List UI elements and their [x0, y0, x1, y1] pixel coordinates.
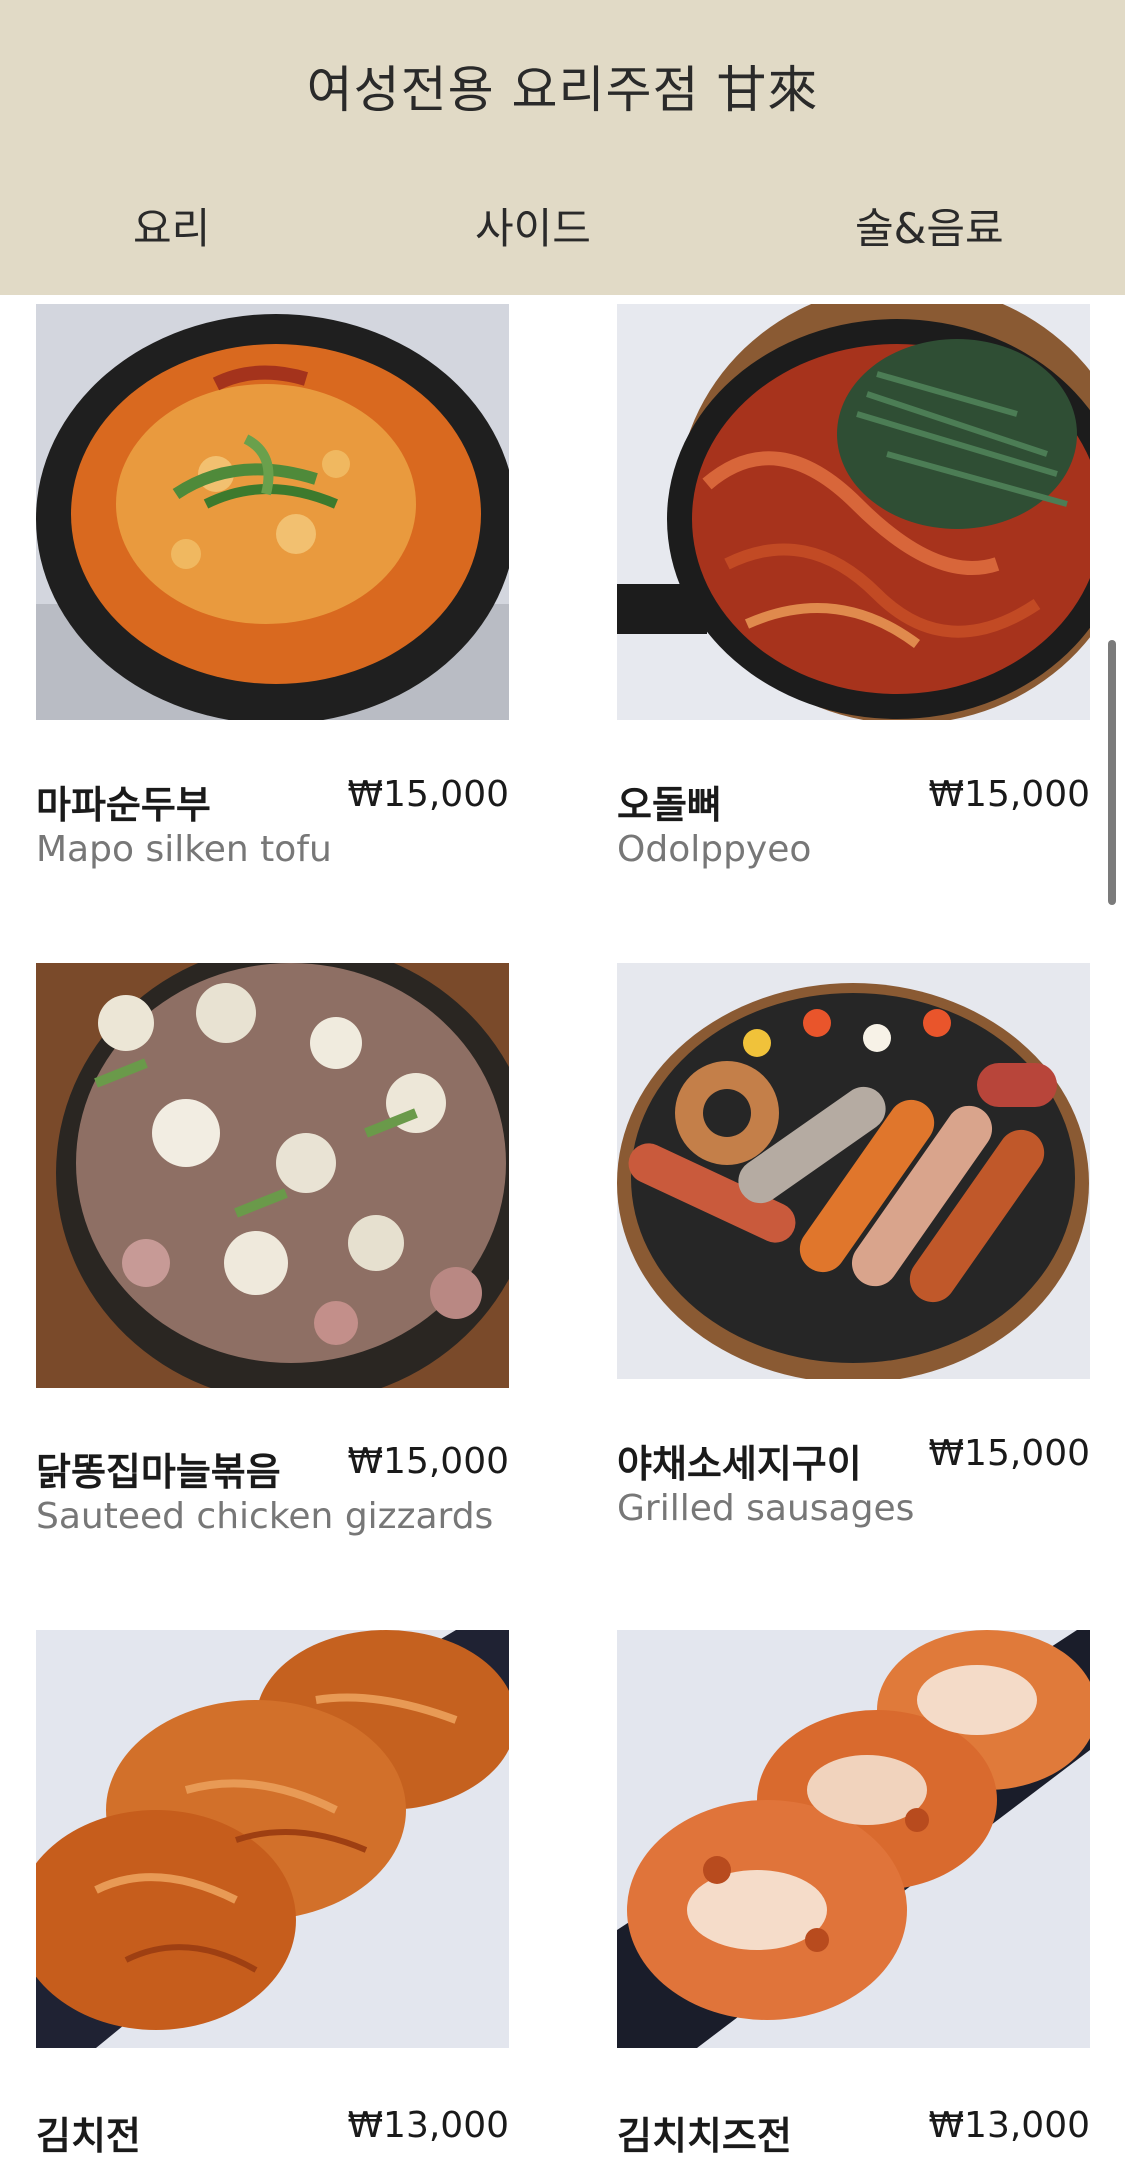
tab-dishes[interactable]: 요리	[133, 195, 210, 256]
menu-item-card[interactable]: 야채소세지구이 ₩15,000 Grilled sausages	[617, 963, 1090, 1543]
menu-item-price: ₩15,000	[347, 774, 509, 815]
tofu-stew-photo	[36, 304, 509, 720]
menu-item-price: ₩15,000	[928, 774, 1090, 815]
menu-item-name: 김치치즈전	[617, 2114, 792, 2158]
app-header: 여성전용 요리주점 甘來 요리 사이드 술&음료	[0, 0, 1125, 295]
tab-drinks[interactable]: 술&음료	[855, 195, 1004, 256]
menu-item-price: ₩15,000	[347, 1441, 509, 1482]
sausages-photo	[617, 963, 1090, 1379]
menu-item-price: ₩15,000	[928, 1433, 1090, 1474]
scrollbar[interactable]	[1108, 640, 1116, 905]
menu-item-card[interactable]: 오돌뼈 ₩15,000 Odolppyeo	[617, 304, 1090, 884]
menu-item-description: Odolppyeo	[617, 829, 812, 870]
menu-item-name: 야채소세지구이	[617, 1442, 862, 1486]
menu-item-price: ₩13,000	[928, 2105, 1090, 2146]
menu-item-name: 김치전	[36, 2114, 141, 2158]
menu-item-price: ₩13,000	[347, 2105, 509, 2146]
menu-item-name: 오돌뼈	[617, 783, 722, 827]
menu-item-card[interactable]: 김치치즈전 ₩13,000	[617, 1630, 1090, 2158]
menu-item-description: Grilled sausages	[617, 1488, 915, 1529]
menu-item-description: Mapo silken tofu	[36, 829, 332, 870]
menu-item-card[interactable]: 닭똥집마늘볶음 ₩15,000 Sauteed chicken gizzards	[36, 963, 509, 1553]
category-tabs: 요리 사이드 술&음료	[0, 195, 1125, 265]
menu-item-card[interactable]: 김치전 ₩13,000	[36, 1630, 509, 2158]
menu-item-name: 닭똥집마늘볶음	[36, 1450, 281, 1494]
page-title: 여성전용 요리주점 甘來	[306, 61, 819, 119]
menu-item-card[interactable]: 마파순두부 ₩15,000 Mapo silken tofu	[36, 304, 509, 884]
kimchi-pancake-photo	[36, 1630, 509, 2048]
kimchi-cheese-pancake-photo	[617, 1630, 1090, 2048]
tab-sides[interactable]: 사이드	[475, 195, 591, 256]
menu-item-description: Sauteed chicken gizzards	[36, 1496, 494, 1537]
odolppyeo-photo	[617, 304, 1090, 720]
menu-item-name: 마파순두부	[36, 783, 211, 827]
gizzards-photo	[36, 963, 509, 1388]
